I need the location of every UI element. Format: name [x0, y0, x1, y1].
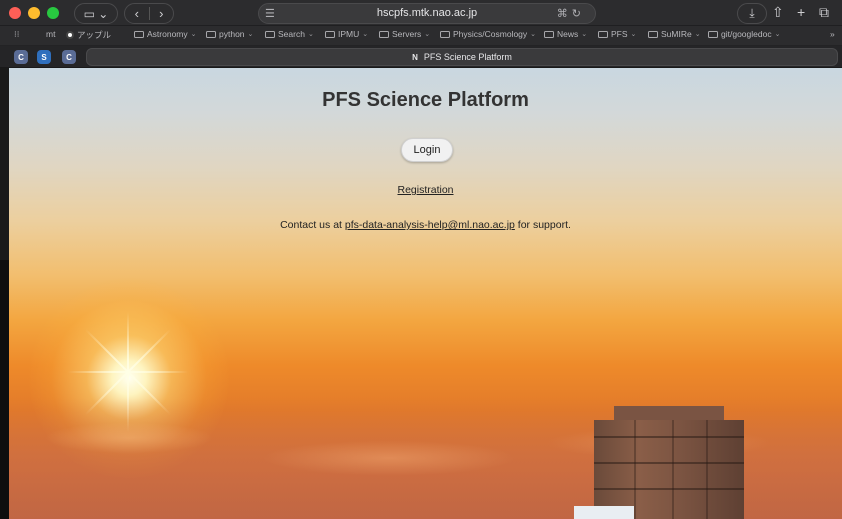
favorite-sumire[interactable]: SuMIRe ⌄	[648, 29, 701, 39]
share-icon[interactable]: ⇧	[772, 4, 784, 21]
favorite-label: Astronomy	[147, 29, 188, 39]
login-button[interactable]: Login	[401, 138, 453, 162]
close-window-button[interactable]	[9, 7, 21, 19]
contact-text: Contact us at pfs-data-analysis-help@ml.…	[9, 219, 842, 231]
chevron-down-icon: ⌄	[247, 31, 254, 38]
sidebar-icon: ▭ ⌄	[83, 6, 109, 21]
favorite-label: Search	[278, 29, 305, 39]
tab-overview-icon[interactable]: ⧉	[819, 4, 829, 21]
translate-reload-icons[interactable]: ⌘↻	[557, 7, 585, 20]
more-favorites-icon[interactable]: »	[830, 29, 835, 39]
chevron-down-icon: ⌄	[307, 31, 314, 38]
apple-dot-icon	[66, 31, 74, 39]
chevron-down-icon: ⌄	[774, 31, 781, 38]
favorite-search[interactable]: Search ⌄	[265, 29, 314, 39]
favorite-label: git/googledoc	[721, 29, 772, 39]
favorite-news[interactable]: News ⌄	[544, 29, 587, 39]
new-tab-icon[interactable]: +	[797, 4, 805, 20]
browser-window: ▭ ⌄ ‹ › ☰ hscpfs.mtk.nao.ac.jp ⌘↻ ⤓ ⇧ + …	[0, 0, 842, 519]
favorite-apple[interactable]: アップル	[66, 29, 111, 41]
favorite-label: SuMIRe	[661, 29, 692, 39]
contact-email-link[interactable]: pfs-data-analysis-help@ml.nao.ac.jp	[345, 219, 515, 231]
download-icon: ⤓	[749, 6, 755, 20]
favorite-label: PFS	[611, 29, 628, 39]
folder-icon	[325, 30, 335, 38]
pinned-tab-2[interactable]: S	[37, 50, 51, 64]
navigation-buttons: ‹ ›	[124, 3, 174, 24]
sun-rays	[68, 312, 188, 432]
folder-icon	[544, 30, 554, 38]
pinned-tab-3[interactable]: C	[62, 50, 76, 64]
maximize-window-button[interactable]	[47, 7, 59, 19]
folder-icon	[598, 30, 608, 38]
contact-suffix: for support.	[514, 219, 571, 231]
chevron-down-icon: ⌄	[530, 31, 537, 38]
minimize-window-button[interactable]	[28, 7, 40, 19]
chevron-down-icon: ⌄	[190, 31, 197, 38]
tab-favicon: N	[412, 52, 418, 62]
browser-toolbar: ▭ ⌄ ‹ › ☰ hscpfs.mtk.nao.ac.jp ⌘↻ ⤓ ⇧ + …	[0, 0, 842, 26]
favorite-astronomy[interactable]: Astronomy ⌄	[134, 29, 197, 39]
active-tab[interactable]: N PFS Science Platform	[86, 48, 838, 66]
page-viewport: PFS Science Platform Login Registration …	[9, 68, 842, 519]
registration-row: Registration	[9, 184, 842, 196]
folder-icon	[440, 30, 450, 38]
background-window-edge	[0, 260, 9, 519]
address-bar[interactable]: ☰ hscpfs.mtk.nao.ac.jp ⌘↻	[258, 3, 596, 24]
favorite-python[interactable]: python ⌄	[206, 29, 253, 39]
folder-icon	[379, 30, 389, 38]
telescope-dome-image	[574, 406, 744, 519]
favorites-bar: ⁝⁝ mt アップル Astronomy ⌄ python ⌄ Search ⌄ IP…	[0, 26, 842, 46]
registration-link[interactable]: Registration	[397, 184, 453, 196]
folder-icon	[648, 30, 658, 38]
downloads-button[interactable]: ⤓	[737, 3, 767, 24]
back-button[interactable]: ‹	[125, 6, 149, 21]
favorite-label: mt	[46, 29, 56, 39]
page-title: PFS Science Platform	[322, 89, 529, 111]
favorite-physics-cosmology[interactable]: Physics/Cosmology ⌄	[440, 29, 536, 39]
folder-icon	[134, 30, 144, 38]
favorite-ipmu[interactable]: IPMU ⌄	[325, 29, 368, 39]
folder-icon	[206, 30, 216, 38]
contact-prefix: Contact us at	[280, 219, 345, 231]
favorite-label: Servers	[392, 29, 422, 39]
favorite-git-googledoc[interactable]: git/googledoc ⌄	[708, 29, 780, 39]
sidebar-toggle-button[interactable]: ▭ ⌄	[74, 3, 118, 24]
pinned-tab-1[interactable]: C	[14, 50, 28, 64]
favorite-label: python	[219, 29, 245, 39]
favorite-label: アップル	[77, 30, 112, 40]
chevron-down-icon: ⌄	[362, 31, 369, 38]
favorite-pfs[interactable]: PFS ⌄	[598, 29, 636, 39]
favorite-mt[interactable]: mt	[46, 29, 55, 39]
favorites-grid-icon[interactable]: ⁝⁝	[14, 29, 19, 40]
tab-bar: C S C N PFS Science Platform	[0, 46, 842, 68]
folder-icon	[708, 30, 718, 38]
favorite-label: IPMU	[338, 29, 360, 39]
favorite-label: News	[557, 29, 579, 39]
folder-icon	[265, 30, 275, 38]
address-url[interactable]: hscpfs.mtk.nao.ac.jp	[259, 7, 595, 19]
chevron-down-icon: ⌄	[581, 31, 588, 38]
chevron-down-icon: ⌄	[694, 31, 701, 38]
tab-title: PFS Science Platform	[423, 52, 512, 62]
favorite-label: Physics/Cosmology	[453, 29, 528, 39]
chevron-down-icon: ⌄	[630, 31, 637, 38]
forward-button[interactable]: ›	[150, 6, 174, 21]
favorite-servers[interactable]: Servers ⌄	[379, 29, 430, 39]
chevron-down-icon: ⌄	[424, 31, 431, 38]
